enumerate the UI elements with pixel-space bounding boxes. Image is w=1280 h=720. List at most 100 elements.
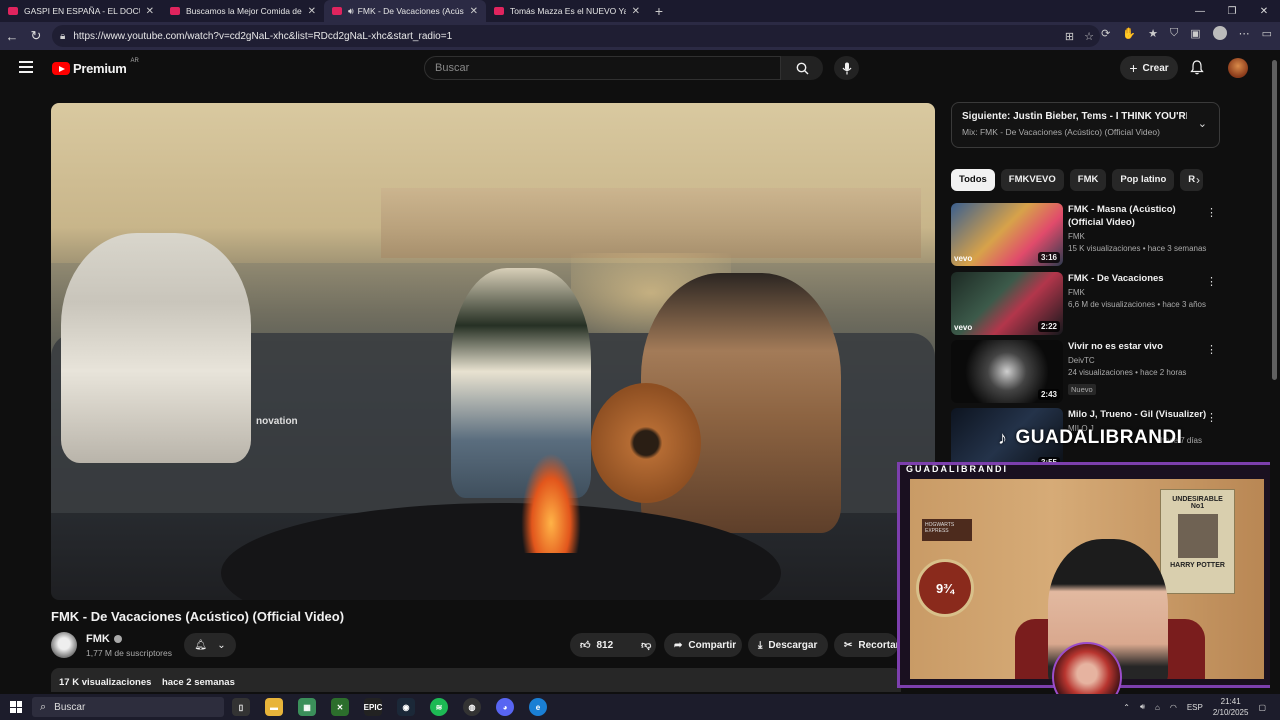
more-actions-icon[interactable]: ⋮ <box>1206 206 1217 219</box>
browser-tab-1[interactable]: GASPI EN ESPAÑA - EL DOCUMENTAL ✕ <box>0 0 162 22</box>
chevron-down-icon[interactable]: ⌄ <box>1198 117 1207 130</box>
browser-tab-2[interactable]: Buscamos la Mejor Comida de España ✕ <box>162 0 324 22</box>
clock[interactable]: 21:41 2/10/2025 <box>1213 696 1249 718</box>
channel-name[interactable]: FMK <box>86 633 122 645</box>
browser-toolbar: ← ↻ 🔒︎ https://www.youtube.com/watch?v=c… <box>0 22 1280 50</box>
youtube-favicon-icon <box>332 7 342 15</box>
video-thumbnail[interactable]: vevo 3:16 <box>951 203 1063 266</box>
extension-icon[interactable]: ✋ <box>1122 27 1136 40</box>
video-player[interactable]: novation <box>51 103 935 600</box>
chip-todos[interactable]: Todos <box>951 169 995 191</box>
dislike-button[interactable]: 👎︎ <box>641 639 651 651</box>
more-menu-icon[interactable]: ⋯ <box>1239 27 1250 40</box>
steam-icon[interactable]: ◉ <box>397 698 415 716</box>
create-button[interactable]: + Crear <box>1120 56 1178 80</box>
discord-icon[interactable]: ◕ <box>496 698 514 716</box>
close-tab-icon[interactable]: ✕ <box>308 6 316 17</box>
windows-taskbar: ⌕ Buscar ▯ ▬ ▦ ✕ EPIC ◉ ≋ ◍ ◕ e ⌃ 🔊︎ ⌂ ◠… <box>0 694 1280 720</box>
notifications-button[interactable] <box>1190 60 1204 80</box>
xbox-icon[interactable]: ✕ <box>331 698 349 716</box>
refresh-extension-icon[interactable]: ⟳ <box>1101 27 1110 40</box>
chevron-right-icon[interactable]: › <box>1196 173 1200 187</box>
description-box[interactable]: 17 K visualizaciones hace 2 semanas <box>51 668 901 692</box>
download-button[interactable]: ⤓ Descargar <box>748 633 828 657</box>
share-button[interactable]: ➦ Compartir <box>664 633 742 657</box>
network-icon[interactable]: ⌂ <box>1155 703 1160 712</box>
address-bar[interactable]: 🔒︎ https://www.youtube.com/watch?v=cd2gN… <box>52 25 1100 47</box>
duration-badge: 2:22 <box>1037 321 1060 332</box>
more-actions-icon[interactable]: ⋮ <box>1206 411 1217 424</box>
browser-tab-3-active[interactable]: 🔊︎ FMK - De Vacaciones (Acústico) ✕ <box>324 0 486 22</box>
back-icon[interactable]: ← <box>0 29 24 44</box>
app-install-icon[interactable]: ⊞ <box>1065 30 1074 43</box>
close-window-icon[interactable]: ✕ <box>1248 0 1280 22</box>
more-actions-icon[interactable]: ⋮ <box>1206 343 1217 356</box>
video-thumbnail[interactable]: 2:43 <box>951 340 1063 403</box>
list-item[interactable]: vevo 2:22 FMK - De Vacaciones FMK 6,6 M … <box>951 272 1221 336</box>
voice-search-button[interactable] <box>834 56 859 80</box>
tiktok-handle-text: GUADALIBRANDI <box>1015 427 1183 448</box>
microphone-icon <box>842 62 851 74</box>
wanted-poster: UNDESIRABLE No1 HARRY POTTER <box>1160 489 1235 594</box>
video-title: Vivir no es estar vivo <box>1068 341 1163 352</box>
shield-icon[interactable]: ⛉ <box>1170 27 1178 40</box>
sidebar-toggle-icon[interactable]: ▭ <box>1262 27 1272 40</box>
lock-icon[interactable]: 🔒︎ <box>60 31 65 42</box>
channel-name: FMK <box>1068 288 1085 297</box>
wifi-icon[interactable]: ◠ <box>1170 703 1177 712</box>
youtube-favicon-icon <box>494 7 504 15</box>
youtube-logo[interactable]: Premium AR <box>52 58 139 76</box>
language-indicator[interactable]: ESP <box>1187 703 1203 712</box>
new-tab-button[interactable]: + <box>648 0 670 22</box>
chevron-up-icon[interactable]: ⌃ <box>1123 703 1130 712</box>
list-item[interactable]: 2:43 Vivir no es estar vivo DeivTC 24 vi… <box>951 340 1221 404</box>
youtube-favicon-icon <box>170 7 180 15</box>
obs-icon[interactable]: ◍ <box>463 698 481 716</box>
collections-icon[interactable]: ▣ <box>1190 27 1200 40</box>
more-actions-icon[interactable]: ⋮ <box>1206 275 1217 288</box>
restore-icon[interactable]: ❐ <box>1216 0 1248 22</box>
epic-games-icon[interactable]: EPIC <box>364 698 382 716</box>
up-next-title: Siguiente: Justin Bieber, Tems - I THINK… <box>962 111 1187 122</box>
clip-button[interactable]: ✂ Recortar <box>834 633 898 657</box>
account-avatar[interactable] <box>1228 58 1248 78</box>
favorite-star-icon[interactable]: ☆ <box>1084 30 1094 43</box>
close-tab-icon[interactable]: ✕ <box>632 6 640 17</box>
browser-tab-strip: GASPI EN ESPAÑA - EL DOCUMENTAL ✕ Buscam… <box>0 0 1280 22</box>
list-item[interactable]: vevo 3:16 FMK - Masna (Acústico) (Offici… <box>951 203 1221 267</box>
close-tab-icon[interactable]: ✕ <box>146 6 154 17</box>
like-button[interactable]: 👍︎ <box>580 639 590 651</box>
scrollbar-thumb[interactable] <box>1272 60 1277 380</box>
folder-icon[interactable]: ▬ <box>265 698 283 716</box>
file-icon[interactable]: ▯ <box>232 698 250 716</box>
search-input[interactable]: Buscar <box>424 56 781 80</box>
chip-fmk[interactable]: FMK <box>1069 169 1107 191</box>
menu-icon[interactable] <box>19 61 33 73</box>
subscription-notifications-button[interactable]: 🔔︎ ⌄ <box>184 633 236 657</box>
app-grid-icon[interactable]: ▦ <box>298 698 316 716</box>
start-button[interactable] <box>0 701 32 713</box>
taskbar-apps: ▯ ▬ ▦ ✕ EPIC ◉ ≋ ◍ ◕ e <box>232 698 547 716</box>
browser-tab-4[interactable]: Tomás Mazza Es el NUEVO Yao Cabrera ✕ <box>486 0 648 22</box>
download-icon: ⤓ <box>758 639 763 651</box>
speaker-icon[interactable]: 🔊︎ <box>348 6 354 17</box>
page-scrollbar[interactable] <box>1270 50 1280 694</box>
reload-icon[interactable]: ↻ <box>24 28 48 44</box>
create-label: Crear <box>1142 62 1169 74</box>
search-button[interactable] <box>781 56 823 80</box>
profile-avatar[interactable] <box>1212 26 1227 40</box>
bell-icon <box>1190 60 1204 75</box>
edge-browser-icon[interactable]: e <box>529 698 547 716</box>
close-tab-icon[interactable]: ✕ <box>470 6 478 17</box>
favorites-icon[interactable]: ★ <box>1148 27 1158 40</box>
volume-icon[interactable]: 🔊︎ <box>1140 702 1145 712</box>
chip-fmkvevo[interactable]: FMKVEVO <box>1000 169 1064 191</box>
minimize-icon[interactable]: — <box>1184 0 1216 22</box>
spotify-icon[interactable]: ≋ <box>430 698 448 716</box>
notification-center-icon[interactable]: ▢ <box>1258 703 1266 712</box>
taskbar-search[interactable]: ⌕ Buscar <box>32 697 224 717</box>
up-next-panel[interactable]: Siguiente: Justin Bieber, Tems - I THINK… <box>951 102 1220 148</box>
channel-avatar[interactable] <box>51 632 77 658</box>
video-thumbnail[interactable]: vevo 2:22 <box>951 272 1063 335</box>
chip-pop-latino[interactable]: Pop latino <box>1112 169 1175 191</box>
